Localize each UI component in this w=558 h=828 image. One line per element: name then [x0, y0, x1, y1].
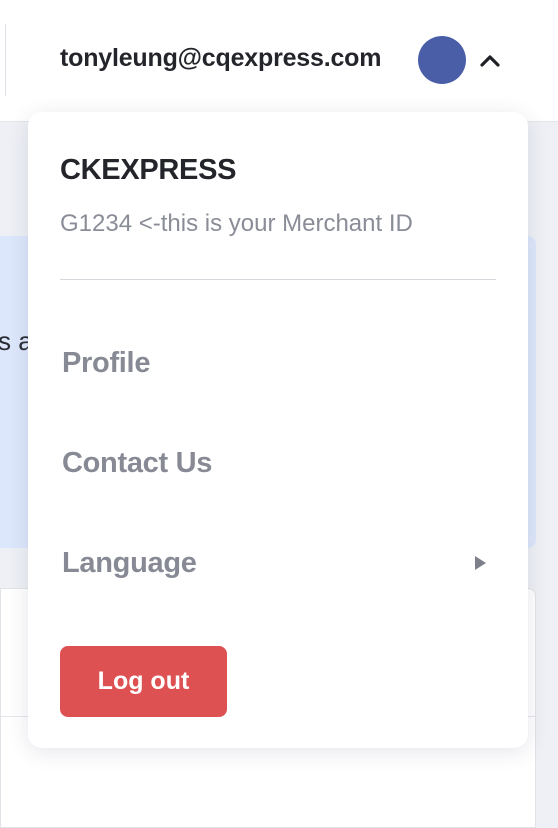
- menu-item-language[interactable]: Language: [62, 543, 494, 583]
- user-email[interactable]: tonyleung@cqexpress.com: [60, 44, 381, 73]
- caret-right-icon: [475, 556, 486, 570]
- menu-item-profile[interactable]: Profile: [62, 343, 494, 383]
- menu-item-label: Language: [62, 546, 197, 579]
- avatar[interactable]: [418, 36, 466, 84]
- user-dropdown-menu: CKEXPRESS G1234 <-this is your Merchant …: [28, 112, 528, 748]
- company-name: CKEXPRESS: [60, 154, 237, 186]
- menu-item-label: Profile: [62, 346, 151, 379]
- menu-divider: [60, 279, 496, 280]
- merchant-id-text: G1234 <-this is your Merchant ID: [60, 210, 413, 237]
- logout-button[interactable]: Log out: [60, 646, 227, 717]
- top-bar: tonyleung@cqexpress.com: [0, 0, 558, 122]
- menu-item-contact-us[interactable]: Contact Us: [62, 443, 494, 483]
- menu-item-label: Contact Us: [62, 446, 213, 479]
- topbar-divider: [5, 24, 6, 96]
- chevron-up-icon[interactable]: [479, 50, 501, 70]
